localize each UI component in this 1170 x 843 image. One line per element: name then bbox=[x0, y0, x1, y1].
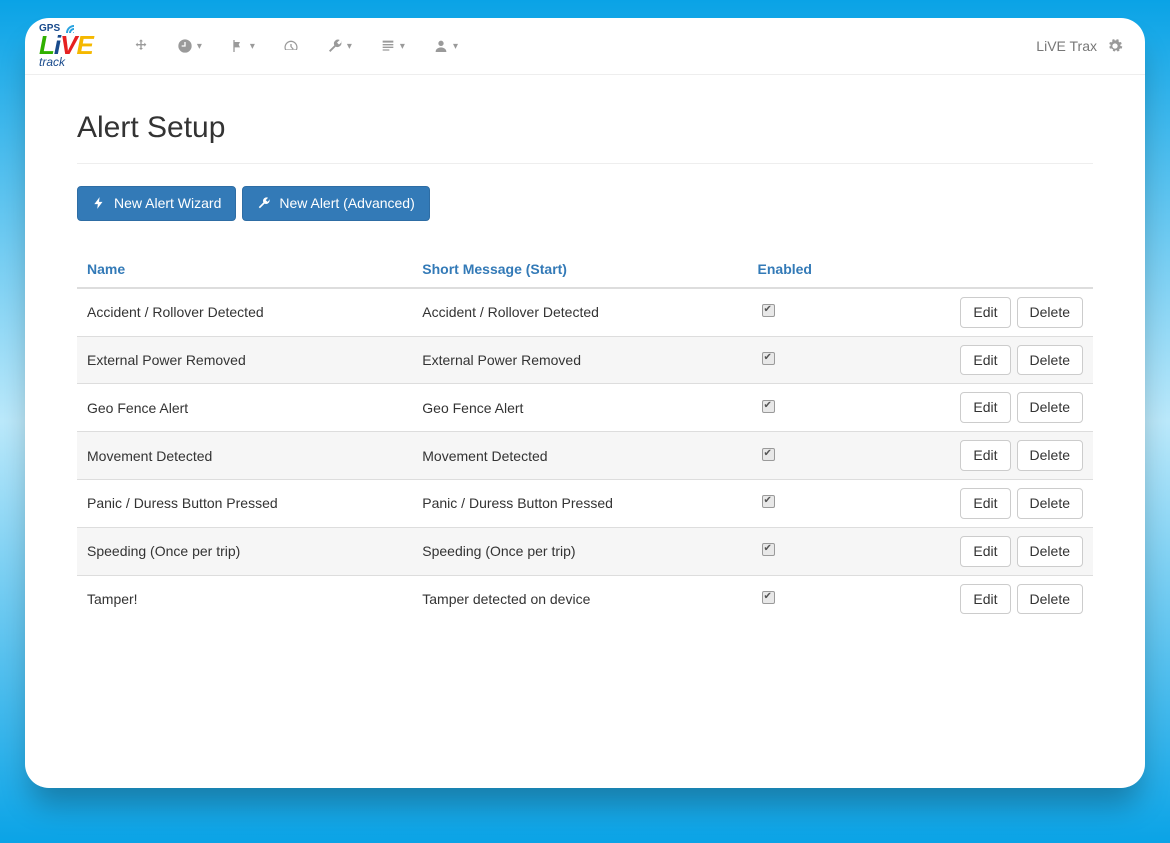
cell-short: Tamper detected on device bbox=[412, 575, 747, 622]
col-header-enabled[interactable]: Enabled bbox=[748, 251, 931, 288]
enabled-checkbox[interactable] bbox=[762, 591, 775, 604]
cell-enabled bbox=[748, 479, 931, 527]
cell-enabled bbox=[748, 336, 931, 384]
col-header-name[interactable]: Name bbox=[77, 251, 412, 288]
account-name[interactable]: LiVE Trax bbox=[1036, 38, 1097, 54]
cell-short: Speeding (Once per trip) bbox=[412, 527, 747, 575]
table-row: Tamper!Tamper detected on device EditDele… bbox=[77, 575, 1093, 622]
table-row: Panic / Duress Button PressedPanic / Dur… bbox=[77, 479, 1093, 527]
edit-button[interactable]: Edit bbox=[960, 440, 1010, 471]
delete-button[interactable]: Delete bbox=[1017, 536, 1083, 567]
cell-enabled bbox=[748, 288, 931, 336]
table-row: Accident / Rollover DetectedAccident / R… bbox=[77, 288, 1093, 336]
nav-flag-menu[interactable]: ▾ bbox=[216, 18, 269, 74]
user-icon bbox=[433, 38, 449, 54]
edit-button[interactable]: Edit bbox=[960, 297, 1010, 328]
new-alert-advanced-button[interactable]: New Alert (Advanced) bbox=[242, 186, 429, 221]
delete-button[interactable]: Delete bbox=[1017, 297, 1083, 328]
cell-name: External Power Removed bbox=[77, 336, 412, 384]
button-label: New Alert Wizard bbox=[114, 195, 221, 212]
nav-wrench-menu[interactable]: ▾ bbox=[313, 18, 366, 74]
navbar: GPS LiVE track ▾ ▾ bbox=[25, 18, 1145, 75]
cell-name: Panic / Duress Button Pressed bbox=[77, 479, 412, 527]
table-row: Speeding (Once per trip)Speeding (Once p… bbox=[77, 527, 1093, 575]
delete-button[interactable]: Delete bbox=[1017, 392, 1083, 423]
delete-button[interactable]: Delete bbox=[1017, 488, 1083, 519]
enabled-checkbox[interactable] bbox=[762, 352, 775, 365]
table-row: Geo Fence AlertGeo Fence Alert EditDelete bbox=[77, 384, 1093, 432]
new-alert-wizard-button[interactable]: New Alert Wizard bbox=[77, 186, 236, 221]
delete-button[interactable]: Delete bbox=[1017, 584, 1083, 615]
content: Alert Setup New Alert Wizard New Alert (… bbox=[25, 75, 1145, 652]
cell-name: Movement Detected bbox=[77, 432, 412, 480]
cell-enabled bbox=[748, 384, 931, 432]
cell-short: Movement Detected bbox=[412, 432, 747, 480]
cell-name: Tamper! bbox=[77, 575, 412, 622]
cell-name: Accident / Rollover Detected bbox=[77, 288, 412, 336]
divider bbox=[77, 163, 1093, 164]
edit-button[interactable]: Edit bbox=[960, 584, 1010, 615]
edit-button[interactable]: Edit bbox=[960, 392, 1010, 423]
nav-list-menu[interactable]: ▾ bbox=[366, 18, 419, 74]
cell-short: Panic / Duress Button Pressed bbox=[412, 479, 747, 527]
page-title: Alert Setup bbox=[77, 111, 1093, 145]
app-logo[interactable]: GPS LiVE track bbox=[39, 23, 93, 70]
clock-icon bbox=[177, 38, 193, 54]
cell-name: Geo Fence Alert bbox=[77, 384, 412, 432]
cell-enabled bbox=[748, 575, 931, 622]
delete-button[interactable]: Delete bbox=[1017, 345, 1083, 376]
table-row: External Power RemovedExternal Power Rem… bbox=[77, 336, 1093, 384]
wrench-icon bbox=[327, 38, 343, 54]
button-label: New Alert (Advanced) bbox=[279, 195, 414, 212]
move-icon bbox=[133, 38, 149, 54]
app-window: GPS LiVE track ▾ ▾ bbox=[25, 18, 1145, 788]
enabled-checkbox[interactable] bbox=[762, 495, 775, 508]
enabled-checkbox[interactable] bbox=[762, 304, 775, 317]
action-buttons: New Alert Wizard New Alert (Advanced) bbox=[77, 186, 1093, 221]
bolt-icon bbox=[92, 196, 106, 210]
table-row: Movement DetectedMovement Detected EditDe… bbox=[77, 432, 1093, 480]
alerts-table: Name Short Message (Start) Enabled Accid… bbox=[77, 251, 1093, 623]
nav-settings[interactable] bbox=[1101, 18, 1129, 74]
cell-enabled bbox=[748, 527, 931, 575]
cell-short: Geo Fence Alert bbox=[412, 384, 747, 432]
enabled-checkbox[interactable] bbox=[762, 400, 775, 413]
enabled-checkbox[interactable] bbox=[762, 543, 775, 556]
edit-button[interactable]: Edit bbox=[960, 488, 1010, 519]
list-icon bbox=[380, 38, 396, 54]
cell-short: Accident / Rollover Detected bbox=[412, 288, 747, 336]
edit-button[interactable]: Edit bbox=[960, 345, 1010, 376]
gear-icon bbox=[1107, 38, 1123, 54]
edit-button[interactable]: Edit bbox=[960, 536, 1010, 567]
flag-icon bbox=[230, 38, 246, 54]
nav-move-icon[interactable] bbox=[119, 18, 163, 74]
nav-dashboard-icon[interactable] bbox=[269, 18, 313, 74]
cell-short: External Power Removed bbox=[412, 336, 747, 384]
col-header-short[interactable]: Short Message (Start) bbox=[412, 251, 747, 288]
nav-user-menu[interactable]: ▾ bbox=[419, 18, 472, 74]
delete-button[interactable]: Delete bbox=[1017, 440, 1083, 471]
cell-name: Speeding (Once per trip) bbox=[77, 527, 412, 575]
wrench-icon bbox=[257, 196, 271, 210]
cell-enabled bbox=[748, 432, 931, 480]
enabled-checkbox[interactable] bbox=[762, 448, 775, 461]
dashboard-icon bbox=[283, 38, 299, 54]
nav-clock-menu[interactable]: ▾ bbox=[163, 18, 216, 74]
